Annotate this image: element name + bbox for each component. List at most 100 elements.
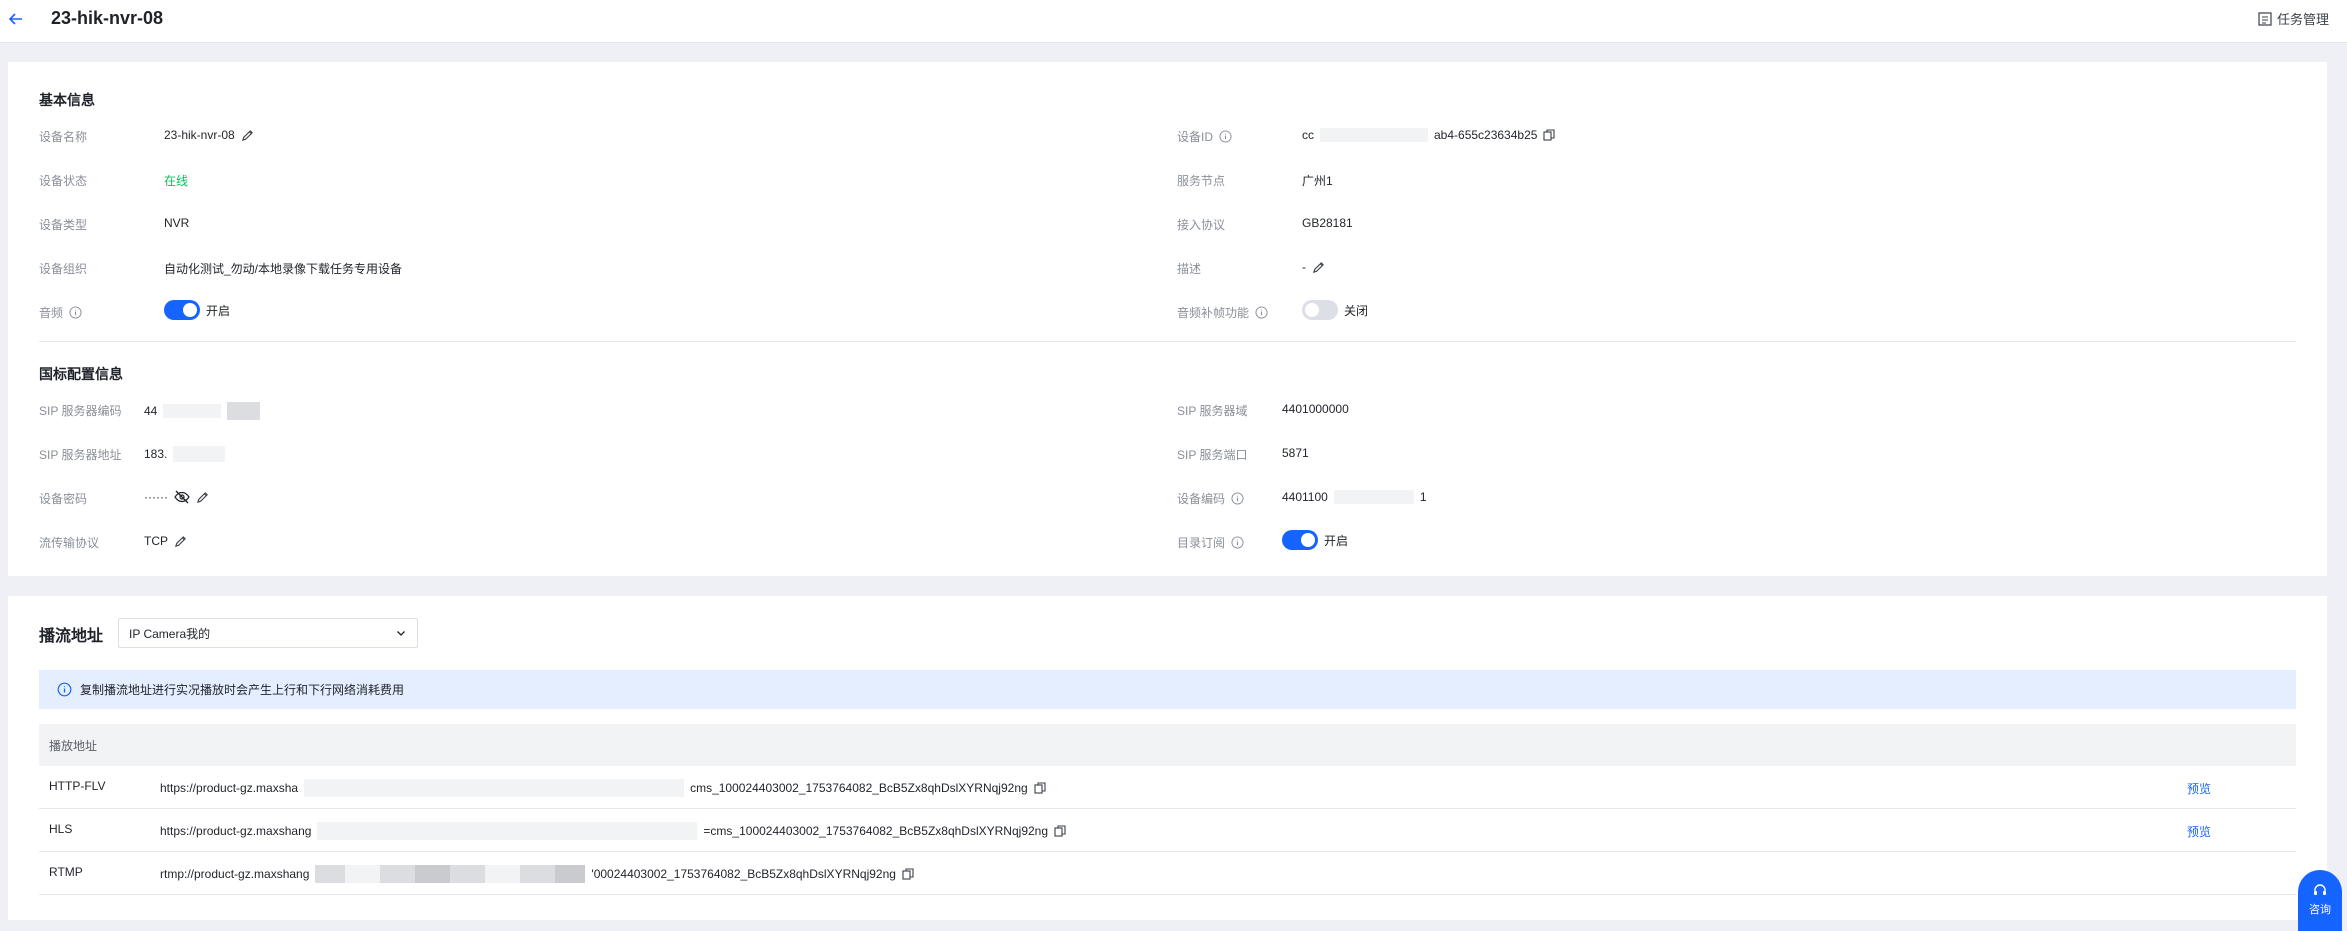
- info-icon[interactable]: [69, 306, 82, 319]
- device-status-label: 设备状态: [39, 174, 88, 188]
- device-name-value: 23-hik-nvr-08: [164, 128, 254, 142]
- sip-server-address-text: 183.: [144, 447, 168, 461]
- device-code-label-text: 设备编码: [1177, 492, 1226, 506]
- redaction-segment: [315, 865, 346, 883]
- copy-icon[interactable]: [902, 868, 914, 880]
- sip-server-port-value: 5871: [1282, 446, 1309, 460]
- catalog-toggle-group: 开启: [1282, 530, 1348, 550]
- device-code-end: 1: [1419, 490, 1427, 504]
- catalog-subscription-toggle[interactable]: [1282, 530, 1318, 550]
- redaction-block: [317, 822, 698, 840]
- gb-config-title: 国标配置信息: [39, 366, 123, 382]
- camera-select[interactable]: IP Camera我的: [118, 618, 418, 648]
- protocol-cell: RTMP: [49, 865, 83, 879]
- cost-notice-text: 复制播流地址进行实况播放时会产生上行和下行网络消耗费用: [80, 683, 405, 697]
- top-bar: 23-hik-nvr-08 任务管理: [0, 0, 2347, 43]
- device-code-label: 设备编码: [1177, 490, 1244, 507]
- camera-select-value: IP Camera我的: [129, 626, 211, 641]
- url-start: https://product-gz.maxsha: [160, 781, 299, 795]
- redaction-segment: [415, 865, 451, 883]
- description-text: -: [1302, 260, 1306, 274]
- description-value: -: [1302, 260, 1325, 274]
- device-password-text: ······: [144, 490, 168, 504]
- consult-button[interactable]: 咨询: [2298, 870, 2342, 931]
- device-org-value: 自动化测试_勿动/本地录像下载任务专用设备: [164, 262, 403, 276]
- sip-server-domain-value: 4401000000: [1282, 402, 1349, 416]
- url-end: cms_100024403002_1753764082_BcB5Zx8qhDsl…: [690, 781, 1028, 795]
- audio-frame-label-text: 音频补帧功能: [1177, 306, 1250, 320]
- edit-transport-icon[interactable]: [174, 535, 187, 548]
- info-icon[interactable]: [1219, 130, 1232, 143]
- audio-label-text: 音频: [39, 306, 64, 320]
- device-id-label-text: 设备ID: [1177, 130, 1214, 144]
- toggle-knob: [1305, 303, 1319, 317]
- task-management-link[interactable]: 任务管理: [2258, 9, 2329, 28]
- transport-protocol-text: TCP: [144, 534, 168, 548]
- eye-off-icon[interactable]: [174, 490, 190, 504]
- audio-frame-toggle-group: 关闭: [1302, 300, 1368, 320]
- catalog-subscription-label-text: 目录订阅: [1177, 536, 1226, 550]
- edit-password-icon[interactable]: [196, 491, 209, 504]
- copy-icon[interactable]: [1054, 825, 1066, 837]
- device-id-end: ab4-655c23634b25: [1434, 128, 1538, 142]
- audio-frame-toggle[interactable]: [1302, 300, 1338, 320]
- task-list-icon: [2258, 11, 2272, 26]
- consult-label: 咨询: [2309, 904, 2331, 916]
- device-code-value: 4401100 1: [1282, 490, 1427, 504]
- back-arrow-icon[interactable]: [6, 9, 26, 29]
- edit-description-icon[interactable]: [1312, 261, 1325, 274]
- url-cell: https://product-gz.maxsha cms_1000244030…: [160, 779, 1046, 797]
- redaction-segment: [520, 865, 556, 883]
- copy-icon[interactable]: [1034, 782, 1046, 794]
- device-code-start: 4401100: [1282, 490, 1328, 504]
- url-end: '00024403002_1753764082_BcB5Zx8qhDslXYRN…: [591, 867, 896, 881]
- edit-name-icon[interactable]: [241, 129, 254, 142]
- info-icon[interactable]: [1231, 492, 1244, 505]
- sip-server-address-value: 183.: [144, 446, 226, 462]
- info-icon[interactable]: [1231, 536, 1244, 549]
- sip-server-address-label: SIP 服务器地址: [39, 448, 122, 462]
- redaction-segment: [485, 865, 521, 883]
- url-start: rtmp://product-gz.maxshang: [160, 867, 310, 881]
- transport-protocol-value: TCP: [144, 534, 187, 548]
- redaction-block: [1320, 128, 1428, 142]
- preview-link[interactable]: 预览: [2187, 780, 2211, 797]
- device-name-label: 设备名称: [39, 130, 88, 144]
- table-header-label: 播放地址: [49, 738, 98, 753]
- access-protocol-value: GB28181: [1302, 216, 1353, 230]
- device-type-label: 设备类型: [39, 218, 88, 232]
- device-type-value: NVR: [164, 216, 190, 230]
- url-cell: rtmp://product-gz.maxshang '00024403002_…: [160, 865, 914, 883]
- audio-state: 开启: [206, 303, 231, 318]
- device-password-value: ······: [144, 490, 209, 504]
- redaction-block: [315, 865, 586, 883]
- url-cell: https://product-gz.maxshang =cms_1000244…: [160, 822, 1066, 840]
- basic-info-title: 基本信息: [39, 92, 95, 108]
- table-row: HLS https://product-gz.maxshang =cms_100…: [39, 809, 2296, 852]
- device-org-label: 设备组织: [39, 262, 88, 276]
- cost-notice: 复制播流地址进行实况播放时会产生上行和下行网络消耗费用: [39, 670, 2296, 709]
- redaction-segment: [555, 865, 586, 883]
- service-node-label: 服务节点: [1177, 174, 1226, 188]
- protocol-cell: HTTP-FLV: [49, 779, 106, 793]
- service-node-value: 广州1: [1302, 174, 1333, 188]
- redaction-block: [1333, 490, 1414, 504]
- chevron-down-icon: [397, 631, 405, 636]
- page-title: 23-hik-nvr-08: [51, 8, 164, 28]
- preview-link[interactable]: 预览: [2187, 823, 2211, 840]
- device-id-value: cc ab4-655c23634b25: [1302, 128, 1555, 142]
- table-row: RTMP rtmp://product-gz.maxshang '0002440…: [39, 852, 2296, 895]
- redaction-segment: [450, 865, 486, 883]
- copy-icon[interactable]: [1543, 129, 1555, 141]
- url-end: =cms_100024403002_1753764082_BcB5Zx8qhDs…: [703, 824, 1049, 838]
- device-name-text: 23-hik-nvr-08: [164, 128, 235, 142]
- access-protocol-label: 接入协议: [1177, 218, 1226, 232]
- device-status-value: 在线: [164, 174, 189, 188]
- audio-toggle[interactable]: [164, 300, 200, 320]
- device-password-label: 设备密码: [39, 492, 88, 506]
- info-icon[interactable]: [1255, 306, 1268, 319]
- stream-address-title: 播流地址: [39, 628, 104, 645]
- audio-frame-label: 音频补帧功能: [1177, 304, 1268, 321]
- protocol-cell: HLS: [49, 822, 73, 836]
- transport-protocol-label: 流传输协议: [39, 536, 100, 550]
